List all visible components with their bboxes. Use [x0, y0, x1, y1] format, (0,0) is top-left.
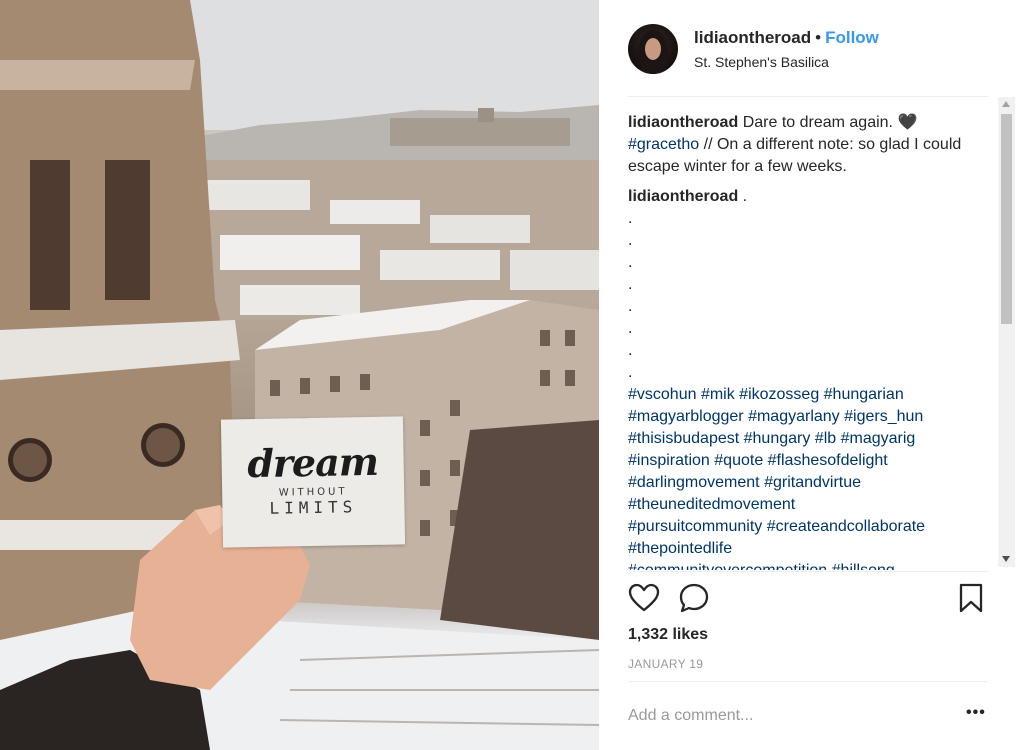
- location-link[interactable]: St. Stephen's Basilica: [694, 54, 829, 70]
- photo-scene: [0, 0, 599, 750]
- dot-line: .: [628, 320, 633, 337]
- bookmark-icon[interactable]: [958, 582, 984, 619]
- caption-username[interactable]: lidiaontheroad: [628, 114, 738, 131]
- comments-list[interactable]: lidiaontheroad Dare to dream again. 🖤 #g…: [628, 112, 993, 570]
- card-dream-text: dream: [246, 438, 379, 487]
- hashtag-line[interactable]: #thisisbudapest #hungary #lb #magyarig: [628, 428, 993, 450]
- heart-icon[interactable]: [628, 582, 660, 619]
- more-options-button[interactable]: •••: [966, 704, 986, 722]
- comment-text: .: [738, 188, 748, 205]
- comments-scrollbar[interactable]: [998, 97, 1015, 567]
- hashtag-line[interactable]: #vscohun #mik #ikozosseg #hungarian: [628, 384, 993, 406]
- comment-bubble-icon[interactable]: [678, 582, 710, 619]
- post-photo[interactable]: dream WITHOUT LIMITS: [0, 0, 599, 750]
- avatar[interactable]: [628, 24, 678, 74]
- dot-line: .: [628, 232, 633, 249]
- hashtag-line[interactable]: #thepointedlife: [628, 538, 993, 560]
- divider: [628, 681, 988, 682]
- follow-button[interactable]: Follow: [825, 28, 879, 47]
- card-limits-text: LIMITS: [269, 497, 358, 518]
- hashtag-line[interactable]: #inspiration #quote #flashesofdelight: [628, 450, 993, 472]
- add-comment-input[interactable]: [628, 704, 948, 728]
- dot-lines: . . . . . . . .: [628, 208, 993, 384]
- hashtag-link[interactable]: #gracetho: [628, 136, 699, 153]
- post-header: lidiaontheroad • Follow St. Stephen's Basi…: [628, 22, 988, 78]
- caption-text: Dare to dream again.: [742, 114, 898, 131]
- header-user-line: lidiaontheroad • Follow: [694, 28, 879, 48]
- scroll-up-arrow-icon[interactable]: [1002, 101, 1010, 107]
- dot-line: .: [628, 342, 633, 359]
- scroll-down-arrow-icon[interactable]: [1002, 556, 1010, 562]
- hashtag-line[interactable]: #darlingmovement #gritandvirtue: [628, 472, 993, 494]
- comment-username[interactable]: lidiaontheroad: [628, 188, 738, 205]
- likes-count[interactable]: 1,332 likes: [628, 626, 708, 644]
- hashtag-line[interactable]: #communityovercompetition #hillsong: [628, 560, 993, 570]
- dot-line: .: [628, 210, 633, 227]
- dot-line: .: [628, 276, 633, 293]
- caption-comment: lidiaontheroad Dare to dream again. 🖤 #g…: [628, 112, 993, 178]
- header-username[interactable]: lidiaontheroad: [694, 28, 811, 47]
- hashtag-line[interactable]: #magyarblogger #magyarlany #igers_hun: [628, 406, 993, 428]
- post-side-panel: lidiaontheroad • Follow St. Stephen's Basi…: [599, 0, 1017, 750]
- scroll-thumb[interactable]: [1001, 114, 1012, 324]
- dot-line: .: [628, 364, 633, 381]
- divider: [628, 571, 988, 572]
- hashtag-line[interactable]: #pursuitcommunity #createandcollaborate: [628, 516, 993, 538]
- dot-line: .: [628, 298, 633, 315]
- divider: [628, 96, 988, 97]
- post-date: JANUARY 19: [628, 657, 704, 671]
- second-comment: lidiaontheroad . . . . . . . . . #vscohu…: [628, 186, 993, 570]
- heart-emoji: 🖤: [897, 114, 918, 131]
- dream-card: dream WITHOUT LIMITS: [220, 416, 406, 548]
- dot-line: .: [628, 254, 633, 271]
- separator-dot: •: [815, 28, 822, 47]
- hashtag-line[interactable]: #theuneditedmovement: [628, 494, 993, 516]
- instagram-post: dream WITHOUT LIMITS lidiaontheroad • Foll…: [0, 0, 1017, 750]
- action-bar: [628, 582, 988, 616]
